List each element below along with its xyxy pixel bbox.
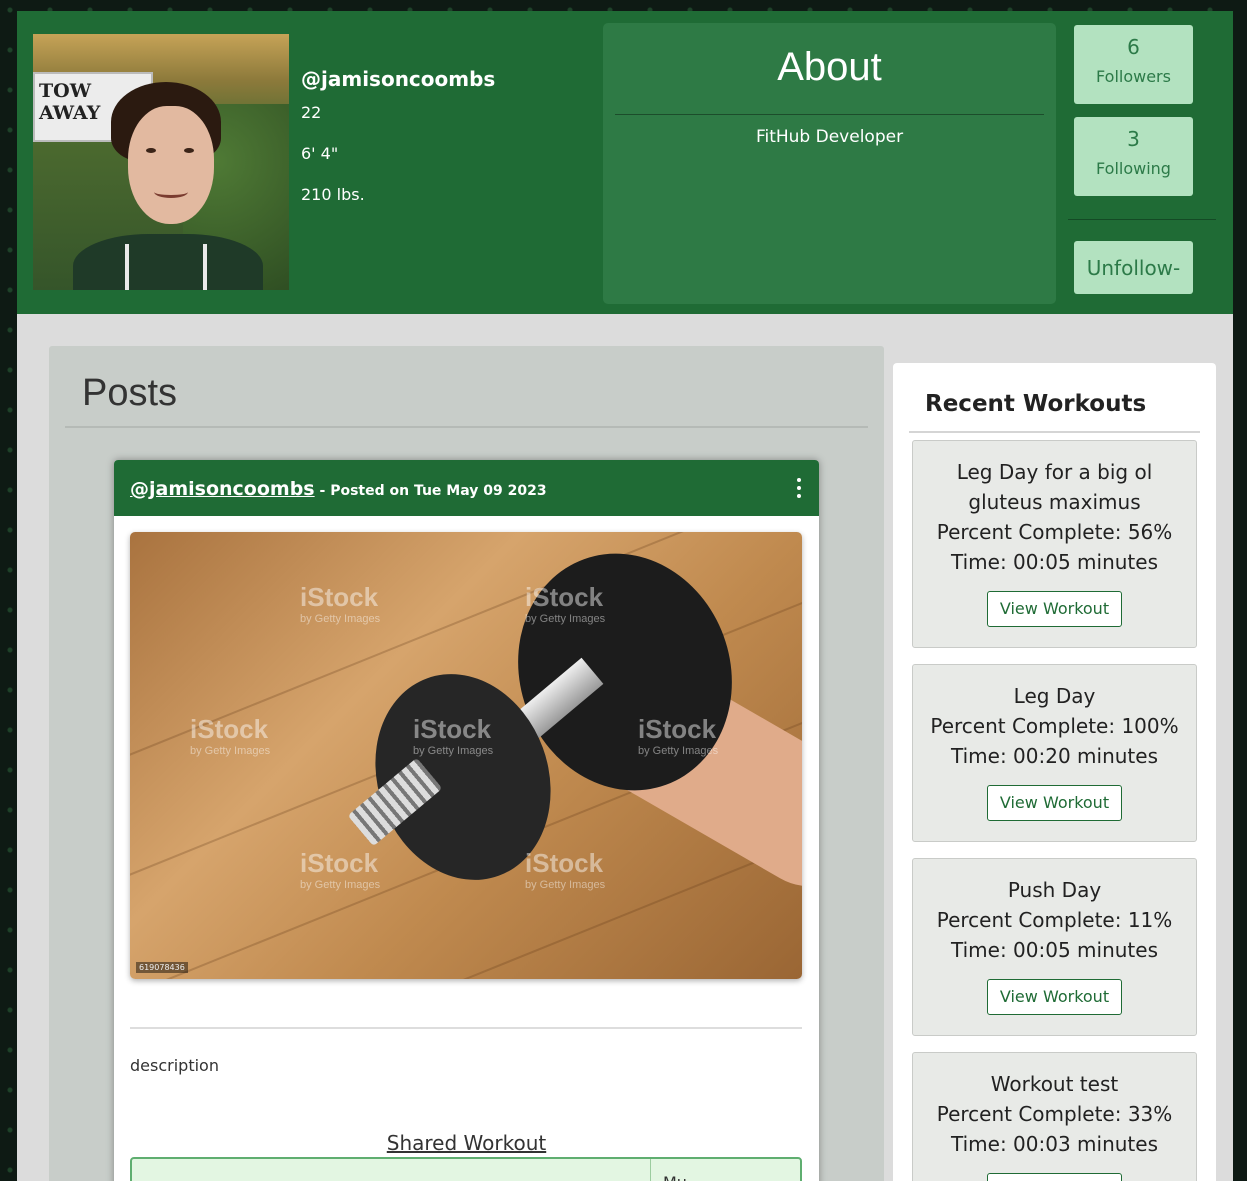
followers-count: 6	[1127, 35, 1140, 59]
workout-card: Workout test Percent Complete: 33% Time:…	[912, 1052, 1197, 1181]
workout-time: Time: 00:03 minutes	[951, 1132, 1158, 1156]
workout-time: Time: 00:20 minutes	[951, 744, 1158, 768]
view-workout-button[interactable]: View Workout	[986, 591, 1123, 627]
view-workout-button[interactable]: View Workout	[986, 785, 1123, 821]
workout-time: Time: 00:05 minutes	[951, 938, 1158, 962]
avatar: TOW AWAY	[33, 34, 289, 290]
watermark-text: iStock by Getty Images	[300, 848, 381, 891]
workout-percent: Percent Complete: 56%	[936, 520, 1173, 544]
user-info: @jamisoncoombs 22 6' 4" 210 lbs.	[301, 67, 495, 226]
posts-section: Posts @jamisoncoombs - Posted on Tue May…	[49, 346, 884, 1181]
view-workout-button[interactable]: View Workout	[986, 979, 1123, 1015]
shared-workout-box[interactable]: Mu...	[130, 1157, 802, 1181]
watermark-text: iStock by Getty Images	[413, 714, 494, 757]
watermark-text: iStock by Getty Images	[300, 582, 381, 625]
user-age: 22	[301, 103, 322, 122]
post-card: @jamisoncoombs - Posted on Tue May 09 20…	[114, 460, 819, 1181]
about-bio: FitHub Developer	[755, 127, 904, 147]
about-panel: About FitHub Developer	[603, 23, 1056, 304]
post-separator	[130, 1027, 802, 1029]
workout-percent: Percent Complete: 11%	[936, 908, 1173, 932]
post-header: @jamisoncoombs - Posted on Tue May 09 20…	[114, 460, 819, 516]
following-label: Following	[1096, 159, 1171, 178]
more-options-icon[interactable]	[795, 478, 803, 498]
recent-workouts-title: Recent Workouts	[925, 391, 1147, 417]
watermark-text: iStock by Getty Images	[190, 714, 271, 757]
workout-time: Time: 00:05 minutes	[951, 550, 1158, 574]
post-author-link[interactable]: @jamisoncoombs	[130, 478, 315, 500]
watermark-text: iStock by Getty Images	[638, 714, 719, 757]
workout-card: Leg Day Percent Complete: 100% Time: 00:…	[912, 664, 1197, 842]
followers-box[interactable]: 6 Followers	[1074, 25, 1193, 104]
page: TOW AWAY @jamisoncoombs 22 6' 4" 210 lbs…	[17, 11, 1233, 1181]
workout-percent: Percent Complete: 33%	[936, 1102, 1173, 1126]
following-box[interactable]: 3 Following	[1074, 117, 1193, 196]
workout-name: Workout test	[990, 1072, 1119, 1096]
user-weight: 210 lbs.	[301, 185, 365, 204]
watermark-text: iStock by Getty Images	[525, 582, 606, 625]
workout-name: Push Day	[1007, 878, 1102, 902]
post-date: Posted on Tue May 09 2023	[330, 483, 547, 499]
workout-name: Leg Day for a big ol gluteus maximus	[956, 460, 1153, 514]
posts-title: Posts	[82, 372, 178, 414]
about-divider	[615, 114, 1044, 115]
following-count: 3	[1127, 127, 1140, 151]
user-height: 6' 4"	[301, 144, 339, 163]
username: @jamisoncoombs	[301, 67, 496, 91]
workout-card: Push Day Percent Complete: 11% Time: 00:…	[912, 858, 1197, 1036]
post-dash: -	[314, 483, 331, 499]
follow-divider	[1068, 219, 1216, 220]
view-workout-button[interactable]: View Workout	[986, 1173, 1123, 1181]
unfollow-button[interactable]: Unfollow-	[1074, 241, 1193, 294]
workout-card: Leg Day for a big ol gluteus maximus Per…	[912, 440, 1197, 648]
recent-divider	[909, 431, 1200, 433]
profile-header: TOW AWAY @jamisoncoombs 22 6' 4" 210 lbs…	[17, 11, 1233, 314]
posts-divider	[65, 426, 868, 428]
post-image: iStock by Getty Images iStock by Getty Ima…	[130, 532, 802, 979]
shared-workout-label[interactable]: Shared Workout	[114, 1131, 819, 1155]
watermark-text: iStock by Getty Images	[525, 848, 606, 891]
workout-name: Leg Day	[1013, 684, 1096, 708]
image-code: 619078436	[136, 962, 188, 973]
shared-workout-cell: Mu...	[650, 1159, 714, 1181]
about-title: About	[777, 45, 882, 89]
recent-workouts-panel: Recent Workouts Leg Day for a big ol glu…	[893, 363, 1216, 1181]
post-description: description	[130, 1056, 219, 1075]
followers-label: Followers	[1096, 67, 1171, 86]
workout-percent: Percent Complete: 100%	[930, 714, 1179, 738]
